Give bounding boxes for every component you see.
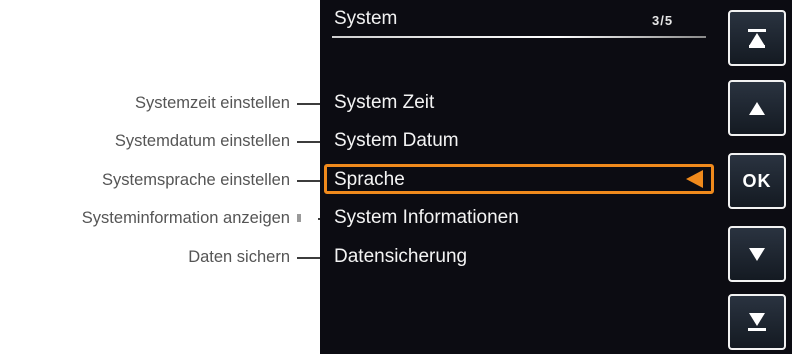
selection-arrow-icon	[686, 170, 703, 188]
annotation-system-time: Systemzeit einstellen	[135, 94, 290, 112]
menu-item-system-info[interactable]: System Informationen	[334, 207, 519, 229]
leader-line	[297, 214, 301, 222]
jump-to-first-icon	[748, 28, 766, 48]
device-screen: System 3/5 System Zeit System Datum Spra…	[320, 0, 792, 354]
annotation-system-date: Systemdatum einstellen	[114, 132, 290, 150]
scroll-down-button[interactable]	[728, 226, 786, 282]
arrow-down-icon	[749, 247, 765, 261]
annotation-backup: Daten sichern	[188, 248, 290, 266]
ok-button[interactable]: OK	[728, 153, 786, 209]
last-page-button[interactable]	[728, 294, 786, 350]
menu-item-system-date[interactable]: System Datum	[334, 130, 459, 152]
ok-label: OK	[742, 170, 772, 191]
arrow-up-icon	[749, 101, 765, 115]
menu-item-backup[interactable]: Datensicherung	[334, 246, 467, 268]
screen-title: System	[334, 8, 398, 29]
menu-item-language[interactable]: Sprache	[334, 169, 405, 191]
jump-to-last-icon	[748, 313, 766, 331]
title-divider	[332, 36, 706, 38]
first-page-button[interactable]	[728, 10, 786, 66]
page-indicator: 3/5	[652, 13, 674, 28]
annotation-system-language: Systemsprache einstellen	[101, 171, 290, 189]
menu-item-system-time[interactable]: System Zeit	[334, 92, 434, 114]
scroll-up-button[interactable]	[728, 80, 786, 136]
annotation-system-info: Systeminformation anzeigen	[81, 209, 290, 227]
